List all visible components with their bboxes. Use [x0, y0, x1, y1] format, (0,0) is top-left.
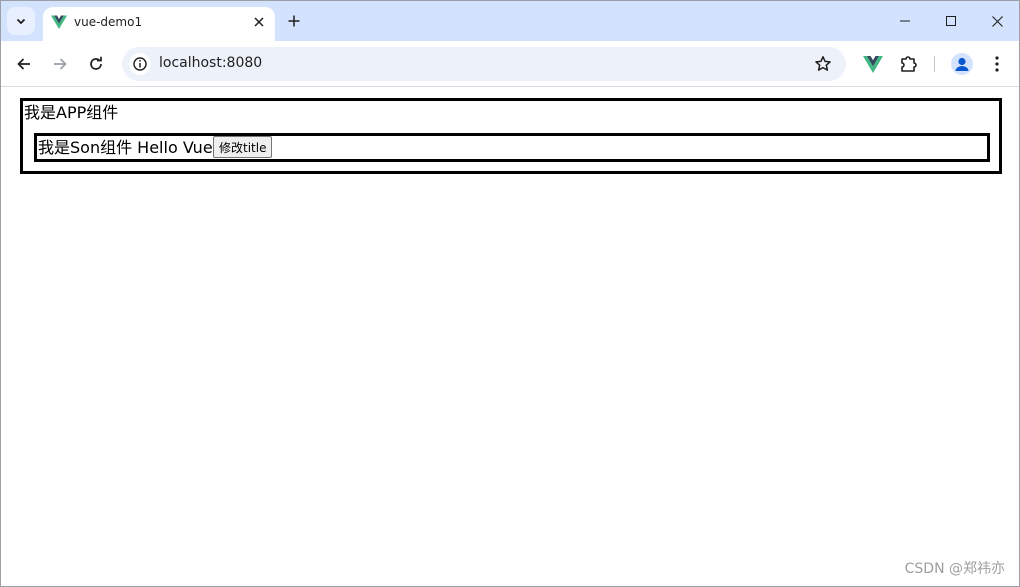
window-close-button[interactable]: [974, 1, 1019, 41]
address-bar[interactable]: localhost:8080: [122, 47, 846, 81]
maximize-button[interactable]: [928, 1, 974, 41]
url-text[interactable]: localhost:8080: [159, 55, 262, 71]
tab-strip: vue-demo1: [1, 1, 1019, 41]
plus-icon: [288, 15, 300, 27]
browser-toolbar: localhost:8080: [1, 41, 1019, 87]
page-viewport: 我是APP组件 我是Son组件 Hello Vue 修改title CSDN @…: [1, 88, 1019, 586]
vue-devtools-icon[interactable]: [863, 54, 883, 74]
toolbar-divider: [934, 56, 935, 72]
reload-icon: [90, 56, 102, 70]
person-icon: [955, 57, 969, 71]
vue-logo-icon: [51, 15, 67, 29]
son-component-text: 我是Son组件 Hello Vue: [38, 138, 213, 157]
son-component: 我是Son组件 Hello Vue 修改title: [34, 133, 990, 162]
close-icon: [991, 15, 1003, 27]
modify-title-button[interactable]: 修改title: [213, 136, 273, 158]
arrow-left-icon: [17, 58, 30, 70]
browser-menu-button[interactable]: [987, 53, 1007, 75]
info-icon: [133, 57, 147, 71]
tab-active[interactable]: vue-demo1: [43, 7, 275, 41]
kebab-menu-icon: [995, 56, 999, 72]
arrow-right-icon: [54, 58, 67, 70]
back-button[interactable]: [12, 52, 36, 76]
app-component: 我是APP组件 我是Son组件 Hello Vue 修改title: [20, 98, 1002, 174]
close-icon: [254, 17, 264, 27]
tab-search-button[interactable]: [7, 7, 35, 35]
maximize-icon: [946, 16, 956, 26]
reload-button[interactable]: [84, 52, 108, 76]
watermark: CSDN @郑祎亦: [904, 561, 1005, 577]
chevron-down-icon: [16, 18, 26, 25]
puzzle-icon[interactable]: [898, 53, 920, 75]
star-icon[interactable]: [814, 55, 832, 73]
profile-button[interactable]: [951, 53, 973, 75]
app-component-text: 我是APP组件: [24, 103, 119, 122]
browser-window: vue-demo1 localhost:8080 我是APP组件 我是Son组件…: [0, 0, 1020, 587]
new-tab-button[interactable]: [283, 10, 305, 32]
tab-title: vue-demo1: [74, 15, 143, 29]
tab-close-button[interactable]: [251, 14, 267, 30]
forward-button[interactable]: [48, 52, 72, 76]
minimize-icon: [900, 20, 910, 22]
minimize-button[interactable]: [882, 1, 928, 41]
site-info-button[interactable]: [129, 53, 151, 75]
